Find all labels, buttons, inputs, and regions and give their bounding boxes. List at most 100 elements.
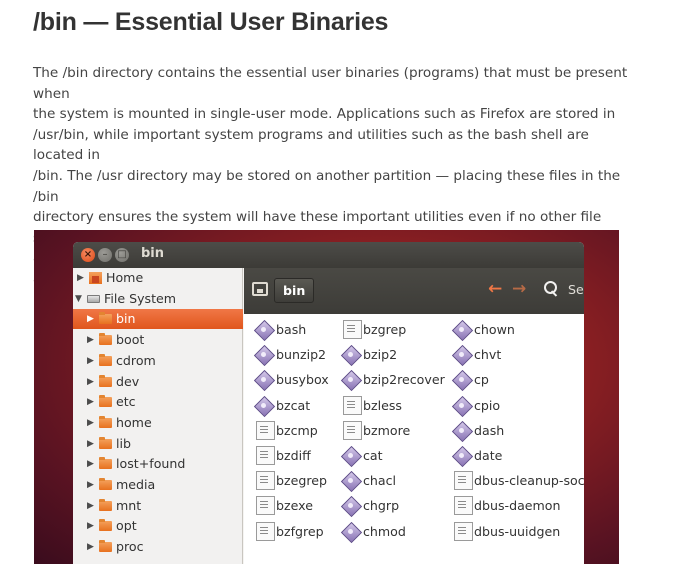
sidebar-item-label: File System xyxy=(104,290,177,306)
file-name: bzcmp xyxy=(276,422,318,438)
text-script-icon xyxy=(256,496,275,516)
maximize-icon[interactable]: □ xyxy=(115,248,129,262)
executable-icon xyxy=(341,345,360,364)
file-name: bzip2recover xyxy=(363,372,445,388)
breadcrumb-bin[interactable]: bin xyxy=(274,278,315,303)
folder-icon xyxy=(99,436,112,449)
executable-icon xyxy=(452,396,471,415)
executable-icon xyxy=(341,370,360,389)
sidebar-item-dev[interactable]: ▶ dev xyxy=(73,372,243,392)
executable-icon xyxy=(452,421,471,440)
sidebar-item-label: dev xyxy=(116,373,140,389)
folder-icon xyxy=(99,519,112,532)
expand-right-icon[interactable]: ▶ xyxy=(87,309,94,329)
text-script-icon xyxy=(454,471,473,491)
sidebar-item-label: home xyxy=(116,414,152,430)
paragraph-line: the system is mounted in single-user mod… xyxy=(33,106,616,123)
expand-right-icon[interactable]: ▶ xyxy=(77,268,84,288)
file-name: dbus-uuidgen xyxy=(474,523,561,539)
sidebar-item-mnt[interactable]: ▶ mnt xyxy=(73,496,243,516)
executable-icon xyxy=(341,522,360,541)
folder-icon xyxy=(99,374,112,387)
executable-icon xyxy=(254,396,273,415)
file-name: bunzip2 xyxy=(276,347,327,363)
text-script-icon xyxy=(343,420,362,440)
minimize-icon[interactable]: – xyxy=(98,248,112,262)
file-name: date xyxy=(474,448,503,463)
article-title: /bin — Essential User Binaries xyxy=(33,8,389,36)
sidebar-item-cdrom[interactable]: ▶ cdrom xyxy=(73,351,243,371)
executable-icon xyxy=(341,446,360,465)
search-button-label[interactable]: Search xyxy=(568,282,584,297)
folder-icon xyxy=(99,540,112,553)
expand-right-icon[interactable]: ▶ xyxy=(87,516,94,536)
expand-right-icon[interactable]: ▶ xyxy=(87,392,94,412)
expand-right-icon[interactable]: ▶ xyxy=(87,413,94,433)
executable-icon xyxy=(452,446,471,465)
file-name: chgrp xyxy=(363,498,400,514)
sidebar-item-lib[interactable]: ▶ lib xyxy=(73,434,243,454)
paragraph-line: The /bin directory contains the essentia… xyxy=(33,65,628,102)
folder-icon xyxy=(99,478,112,490)
expand-right-icon[interactable]: ▶ xyxy=(87,434,94,454)
folder-icon xyxy=(99,415,112,428)
sidebar-item-label: lost+found xyxy=(116,456,186,472)
sidebar-item-label: bin xyxy=(116,311,136,327)
drive-icon xyxy=(87,294,100,303)
expand-right-icon[interactable]: ▶ xyxy=(87,351,94,371)
file-name: bash xyxy=(276,322,307,337)
text-script-icon xyxy=(256,471,275,491)
text-script-icon xyxy=(343,320,362,339)
sidebar-item-home[interactable]: ▶ home xyxy=(73,413,243,433)
sidebar-item-bin[interactable]: ▶ bin xyxy=(73,309,243,330)
sidebar-item-etc[interactable]: ▶ etc xyxy=(73,392,243,412)
expand-right-icon[interactable]: ▶ xyxy=(87,454,94,474)
file-name: bzcat xyxy=(276,397,311,413)
file-name: dash xyxy=(474,422,505,438)
expand-right-icon[interactable]: ▶ xyxy=(87,372,94,392)
text-script-icon xyxy=(343,395,362,415)
file-name: bzfgrep xyxy=(276,523,324,539)
expand-right-icon[interactable]: ▶ xyxy=(87,496,94,516)
file-list: bash bunzip2 busybox bzcat bzcmp bzdiff bzegre… xyxy=(244,314,584,564)
sidebar-item-label: lib xyxy=(116,435,131,451)
folder-icon xyxy=(99,457,112,470)
expand-right-icon[interactable]: ▶ xyxy=(87,475,94,495)
file-name: chmod xyxy=(363,523,406,539)
close-icon[interactable]: × xyxy=(81,248,95,262)
paragraph-line: /usr/bin, while important system program… xyxy=(33,126,589,164)
screenshot-figure: × – □ bin ▶ Home ▼ File System ▶ bin ▶ boot ▶ cdr… xyxy=(34,230,619,564)
sidebar-item-lost-found[interactable]: ▶ lost+found xyxy=(73,454,243,474)
sidebar-item-label: mnt xyxy=(116,497,142,513)
window-titlebar[interactable]: × – □ bin xyxy=(73,242,584,268)
back-arrow-icon[interactable]: ← xyxy=(488,279,502,299)
text-script-icon xyxy=(256,521,275,541)
sidebar-item-file-system[interactable]: ▼ File System xyxy=(73,289,243,309)
sidebar-item-proc[interactable]: ▶ proc xyxy=(73,537,243,557)
search-icon[interactable] xyxy=(544,281,558,297)
file-name: bzexe xyxy=(276,498,313,514)
sidebar-item-label: Home xyxy=(106,270,144,285)
sidebar-item-label: media xyxy=(116,477,156,492)
expand-right-icon[interactable]: ▶ xyxy=(87,537,94,557)
file-name: cpio xyxy=(474,397,501,413)
sidebar-item-media[interactable]: ▶ media xyxy=(73,475,243,495)
folder-icon xyxy=(99,312,112,325)
executable-icon xyxy=(254,320,273,339)
executable-icon xyxy=(341,471,360,490)
sidebar-tree: ▶ Home ▼ File System ▶ bin ▶ boot ▶ cdrom ▶ dev ▶ etc… xyxy=(73,268,243,564)
executable-icon xyxy=(254,370,273,389)
sidebar-item-home[interactable]: ▶ Home xyxy=(73,268,243,288)
drive-icon[interactable] xyxy=(252,282,268,296)
sidebar-item-opt[interactable]: ▶ opt xyxy=(73,516,243,536)
folder-icon xyxy=(99,498,112,511)
file-name: bzmore xyxy=(363,422,411,438)
expand-right-icon[interactable]: ▶ xyxy=(87,330,94,350)
text-script-icon xyxy=(256,446,275,465)
text-script-icon xyxy=(256,420,275,440)
executable-icon xyxy=(452,345,471,364)
forward-arrow-icon[interactable]: → xyxy=(512,279,526,299)
executable-icon xyxy=(254,345,273,364)
sidebar-item-boot[interactable]: ▶ boot xyxy=(73,330,243,350)
expand-down-icon[interactable]: ▼ xyxy=(75,289,82,309)
